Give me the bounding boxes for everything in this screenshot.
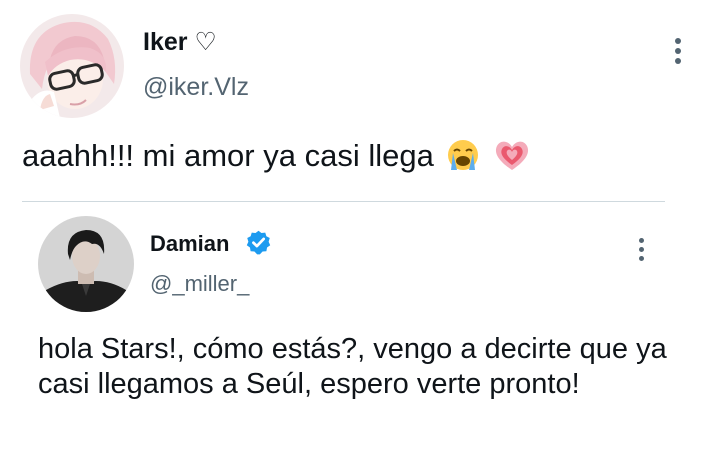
author-avatar[interactable] (20, 14, 124, 118)
quoted-author-handle[interactable]: @_miller_ (150, 271, 249, 297)
avatar-dark-hair-image (38, 216, 134, 312)
verified-badge-icon (246, 230, 271, 255)
quoted-author-name[interactable]: Damian (150, 231, 229, 257)
quoted-tweet-text: hola Stars!, cómo estás?, vengo a decirt… (38, 333, 667, 400)
tweet-text-content: aaahh!!! mi amor ya casi llega (22, 138, 434, 173)
author-handle[interactable]: @iker.Vlz (143, 73, 249, 102)
tweet-card: Iker ♡ @iker.Vlz aaahh!!! mi amor ya cas… (0, 0, 720, 453)
quoted-author-avatar[interactable] (38, 216, 134, 312)
more-vertical-icon[interactable] (673, 38, 683, 68)
loudly-crying-face-emoji (446, 138, 480, 180)
divider (22, 201, 665, 202)
tweet-text: aaahh!!! mi amor ya casi llega (22, 138, 531, 180)
author-name[interactable]: Iker ♡ (143, 27, 217, 57)
more-vertical-icon[interactable] (636, 238, 646, 265)
growing-heart-emoji (493, 138, 531, 180)
avatar-pink-hair-glasses-image (20, 14, 124, 118)
